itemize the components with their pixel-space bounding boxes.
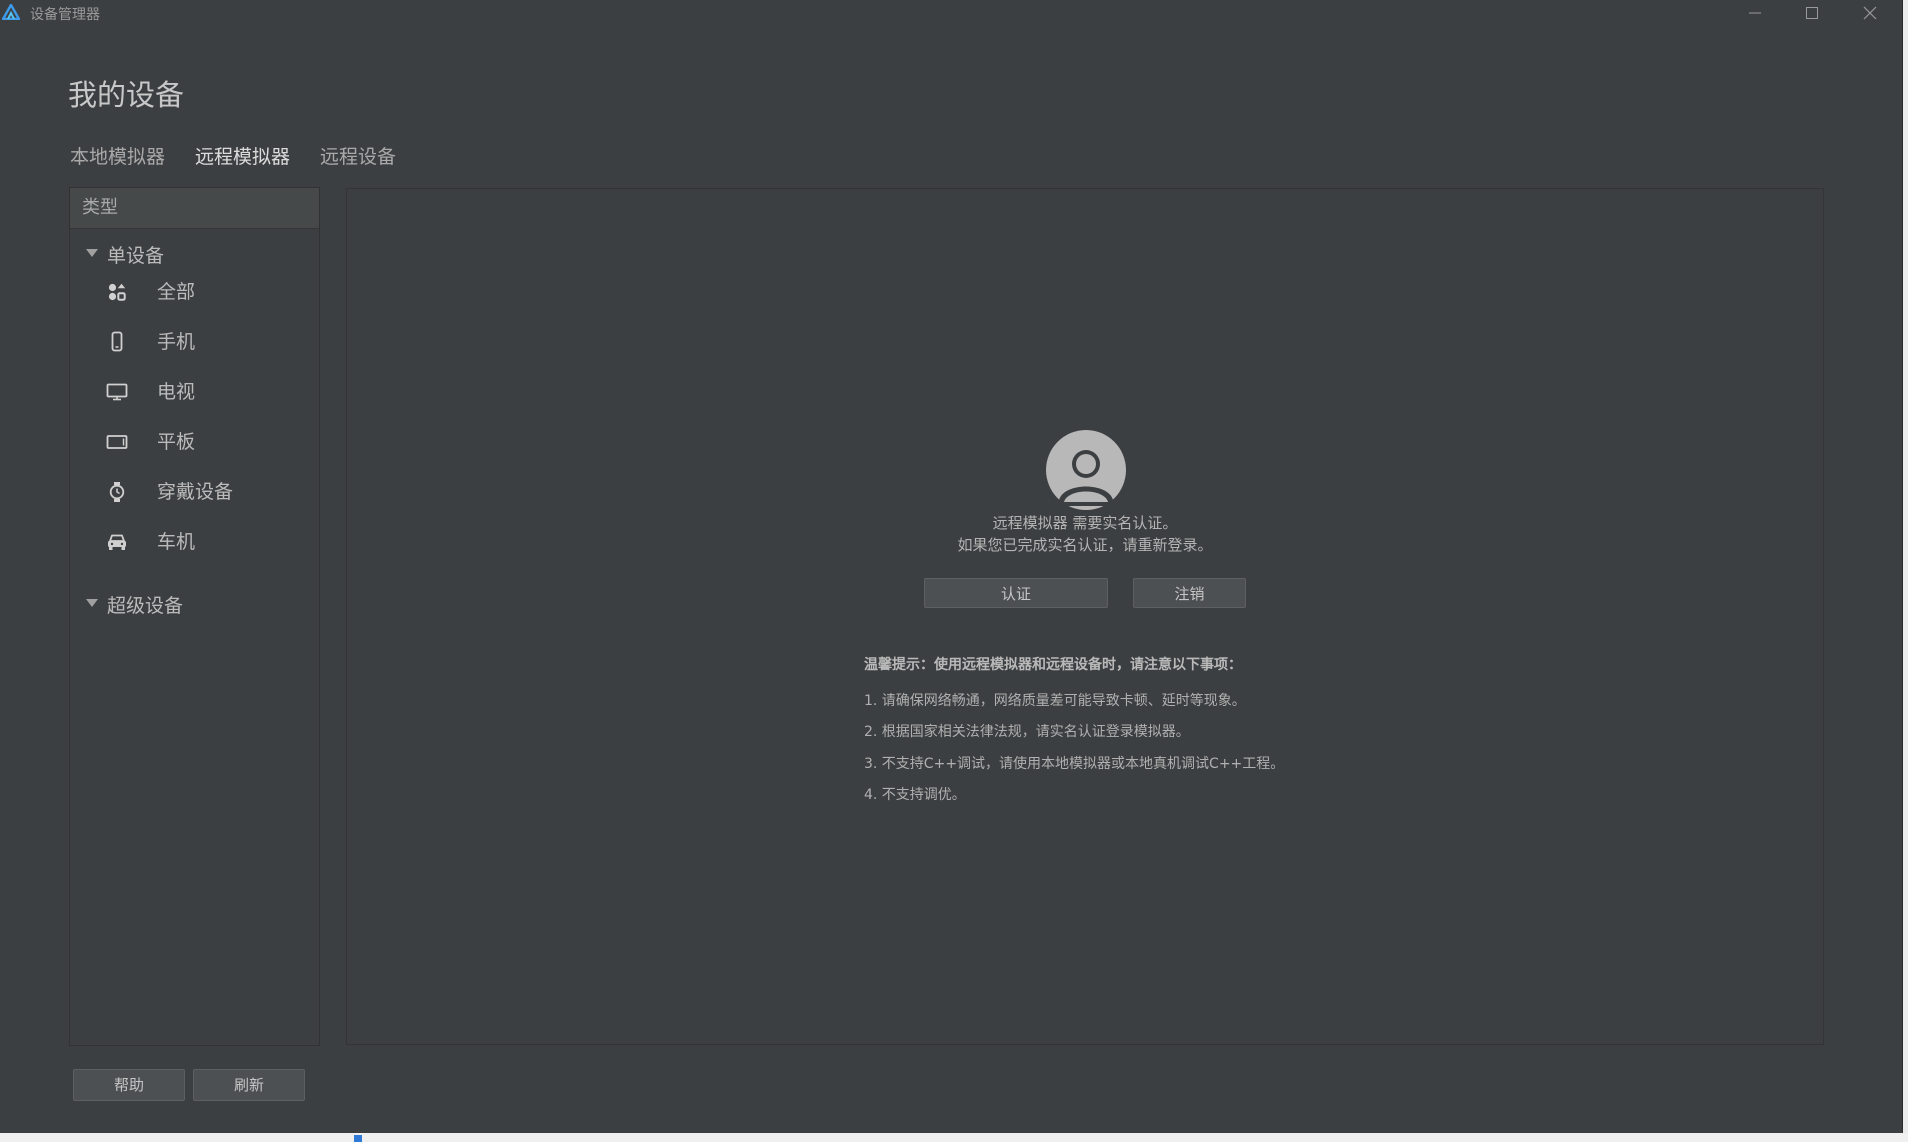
group-label: 单设备 bbox=[107, 245, 165, 267]
sidebar-header: 类型 bbox=[70, 188, 319, 229]
window-title: 设备管理器 bbox=[30, 7, 100, 23]
sidebar-item-phone[interactable]: 手机 bbox=[70, 324, 319, 360]
background-window-strip bbox=[0, 1133, 1908, 1142]
device-manager-window: 设备管理器 我的设备 本地模拟器 远程模拟器 远程设备 类型 单设备 全部 手机… bbox=[0, 0, 1903, 1133]
tab-remote-emulator[interactable]: 远程模拟器 bbox=[195, 142, 290, 169]
tip-item: 2. 根据国家相关法律法规，请实名认证登录模拟器。 bbox=[864, 724, 1190, 740]
sidebar-item-label: 全部 bbox=[157, 281, 196, 303]
caret-down-icon bbox=[86, 599, 98, 607]
car-icon bbox=[106, 531, 128, 553]
title-bar: 设备管理器 bbox=[0, 0, 1902, 26]
close-button[interactable] bbox=[1843, 0, 1897, 26]
maximize-button[interactable] bbox=[1785, 0, 1839, 26]
notice-text: 远程模拟器 需要实名认证。 bbox=[992, 514, 1178, 532]
group-super-device[interactable]: 超级设备 bbox=[70, 591, 319, 621]
page-title: 我的设备 bbox=[68, 78, 185, 112]
close-icon bbox=[1863, 6, 1877, 20]
grid-apps-icon bbox=[106, 281, 128, 303]
background-marker bbox=[354, 1135, 362, 1142]
remote-emulator-panel: 远程模拟器 需要实名认证。 如果您已完成实名认证，请重新登录。 认证 注销 温馨… bbox=[346, 188, 1824, 1045]
tips-title: 温馨提示：使用远程模拟器和远程设备时，请注意以下事项： bbox=[864, 657, 1242, 673]
logout-button[interactable]: 注销 bbox=[1133, 578, 1246, 608]
tip-item: 1. 请确保网络畅通，网络质量差可能导致卡顿、延时等现象。 bbox=[864, 693, 1246, 709]
sidebar-item-label: 穿戴设备 bbox=[157, 481, 234, 503]
sidebar-item-tablet[interactable]: 平板 bbox=[70, 424, 319, 460]
refresh-button[interactable]: 刷新 bbox=[193, 1069, 305, 1101]
phone-icon bbox=[106, 331, 128, 353]
sidebar-item-car[interactable]: 车机 bbox=[70, 524, 319, 560]
tv-icon bbox=[106, 381, 128, 403]
group-label: 超级设备 bbox=[107, 595, 184, 617]
group-single-device[interactable]: 单设备 bbox=[70, 241, 319, 271]
watch-icon bbox=[106, 481, 128, 503]
app-logo-icon bbox=[1, 3, 21, 21]
user-avatar-icon bbox=[1046, 430, 1126, 510]
help-button[interactable]: 帮助 bbox=[73, 1069, 185, 1101]
sidebar-item-all[interactable]: 全部 bbox=[70, 274, 319, 310]
tip-item: 4. 不支持调优。 bbox=[864, 787, 966, 803]
tab-local-emulator[interactable]: 本地模拟器 bbox=[70, 142, 165, 169]
tip-item: 3. 不支持C++调试，请使用本地模拟器或本地真机调试C++工程。 bbox=[864, 756, 1285, 772]
sidebar-item-label: 平板 bbox=[157, 431, 196, 453]
sidebar-item-label: 手机 bbox=[157, 331, 196, 353]
sidebar-item-label: 车机 bbox=[157, 531, 196, 553]
notice-subtext: 如果您已完成实名认证，请重新登录。 bbox=[957, 536, 1213, 554]
caret-down-icon bbox=[86, 249, 98, 257]
device-type-sidebar: 类型 单设备 全部 手机 电视 平板 穿戴设备 车机 超级设备 bbox=[69, 187, 320, 1046]
sidebar-item-wearable[interactable]: 穿戴设备 bbox=[70, 474, 319, 510]
sidebar-item-label: 电视 bbox=[157, 381, 196, 403]
maximize-icon bbox=[1806, 7, 1818, 19]
sidebar-item-tv[interactable]: 电视 bbox=[70, 374, 319, 410]
tablet-icon bbox=[106, 431, 128, 453]
minimize-button[interactable] bbox=[1728, 0, 1782, 26]
authenticate-button[interactable]: 认证 bbox=[924, 578, 1108, 608]
minimize-icon bbox=[1749, 12, 1761, 14]
tab-remote-device[interactable]: 远程设备 bbox=[320, 142, 396, 169]
